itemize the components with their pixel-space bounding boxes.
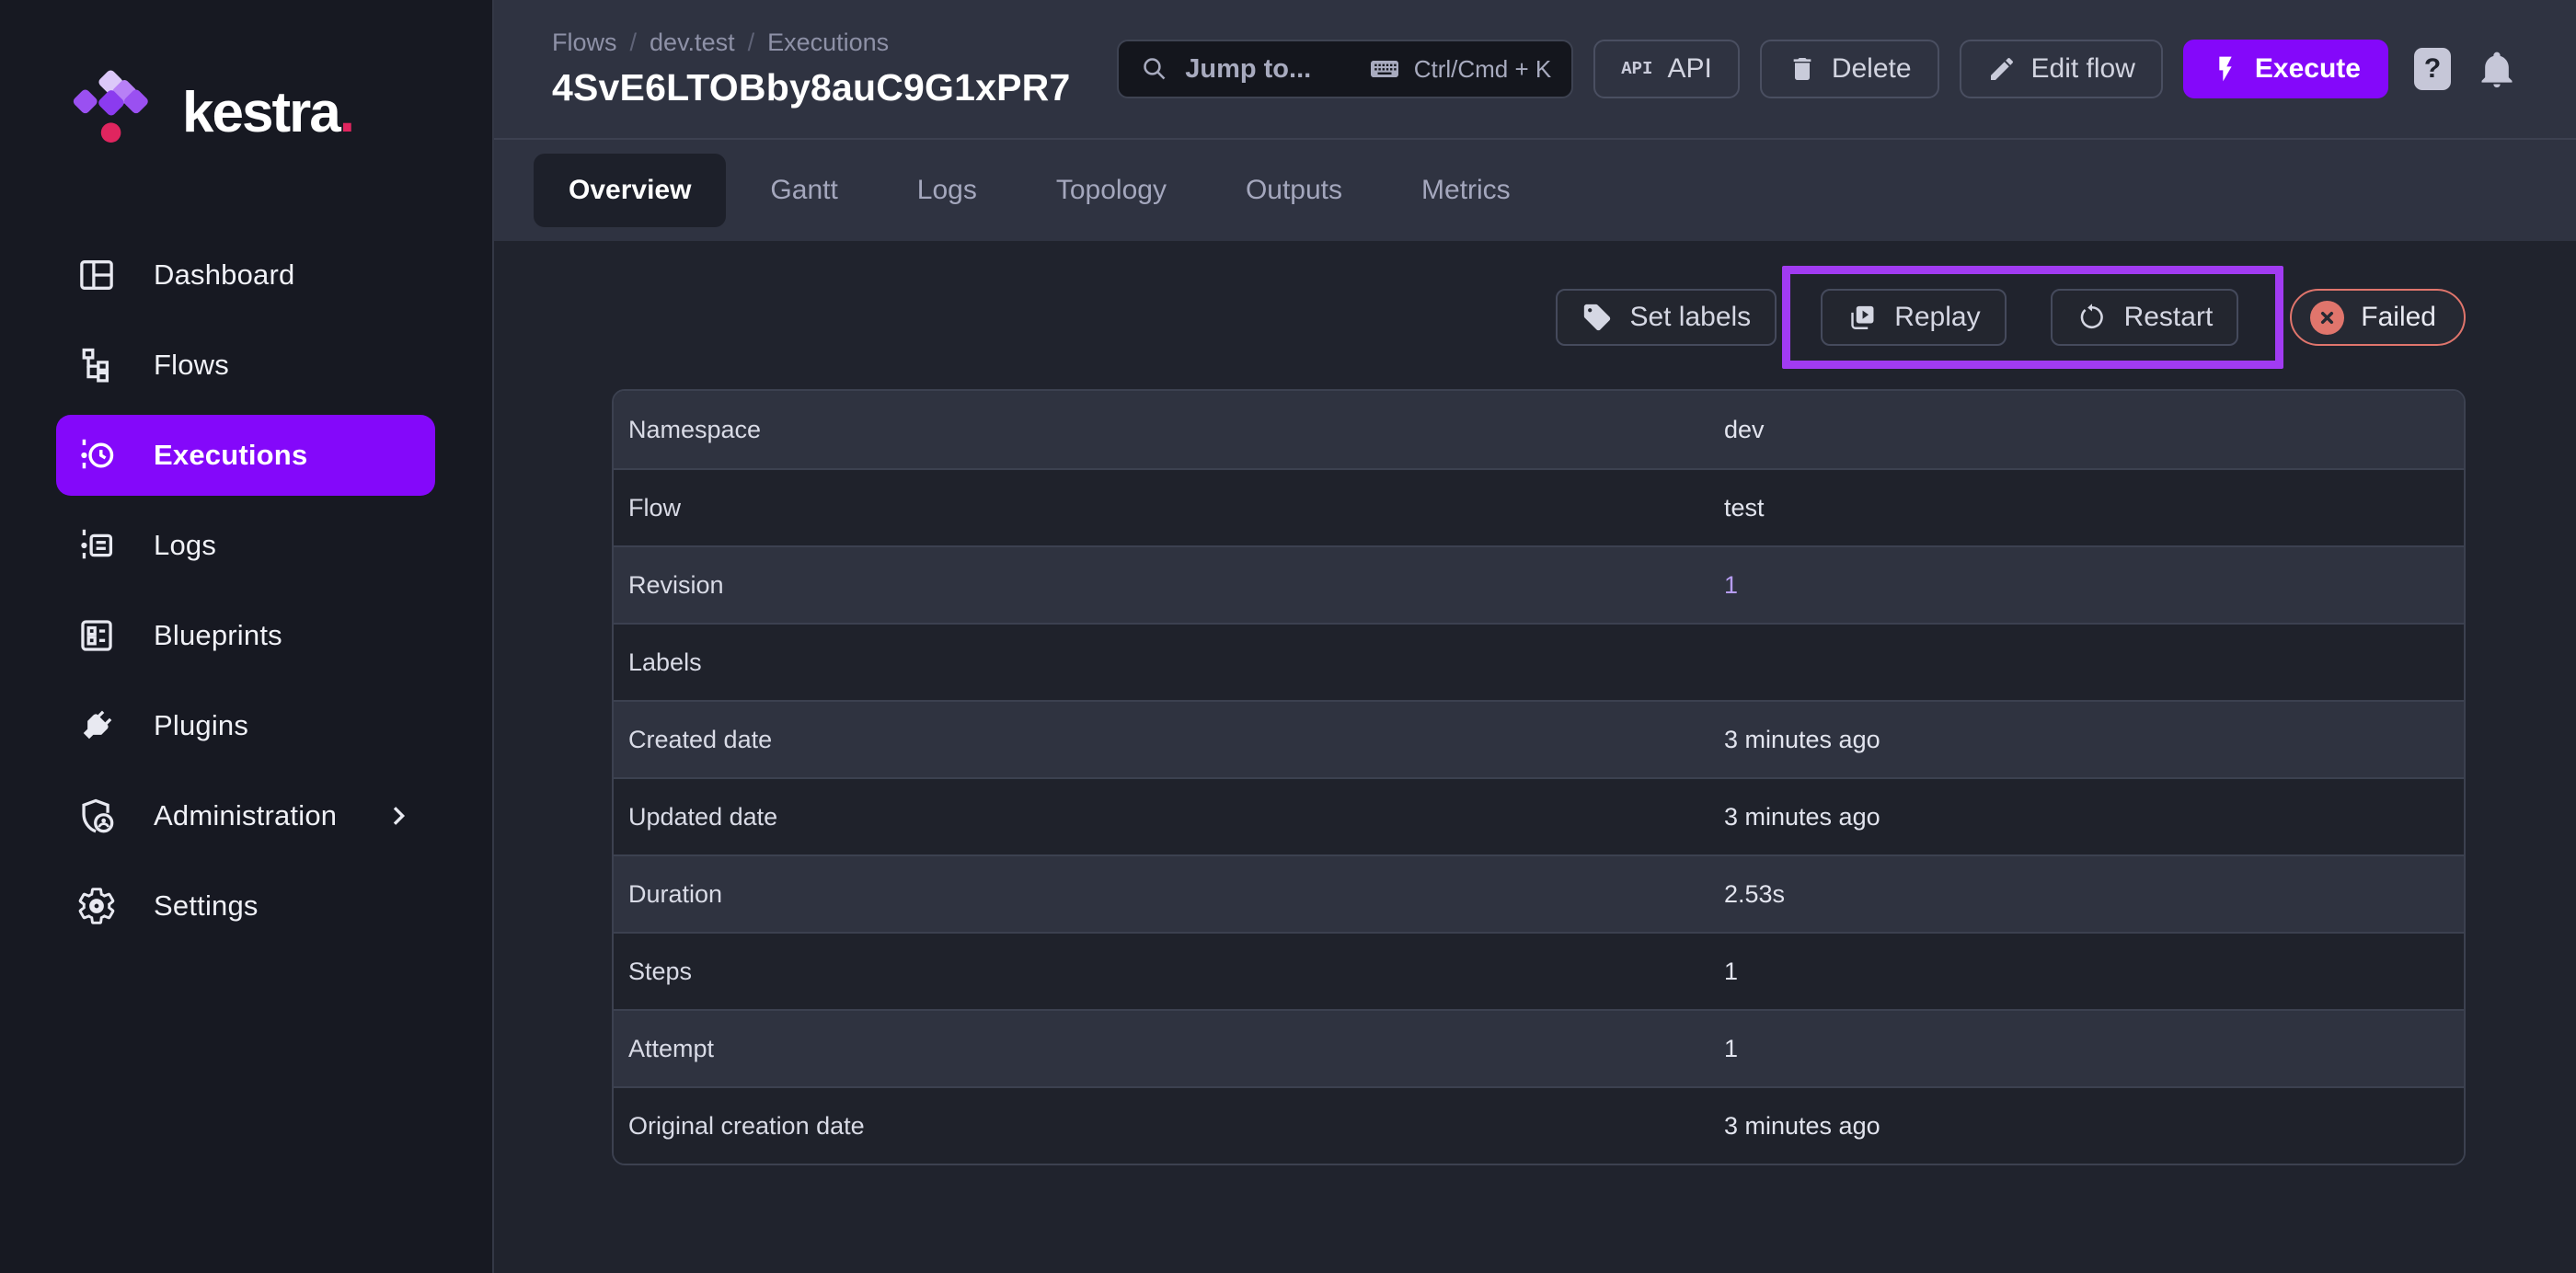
status-badge-label: Failed	[2361, 302, 2436, 333]
kestra-logo-icon	[66, 65, 160, 159]
execution-tabs: Overview Gantt Logs Topology Outputs Met…	[494, 140, 2576, 241]
table-row-labels: Labels	[614, 623, 2464, 700]
set-labels-button[interactable]: Set labels	[1556, 289, 1777, 346]
lightning-icon	[2211, 54, 2240, 84]
delete-button[interactable]: Delete	[1760, 40, 1939, 98]
replay-button[interactable]: Replay	[1821, 289, 2006, 346]
shortcut-text: Ctrl/Cmd + K	[1414, 55, 1552, 84]
sidebar-nav: Dashboard Flows	[0, 230, 492, 951]
execution-details-table: Namespace dev Flow test Revision 1 Label…	[612, 389, 2466, 1165]
execution-actions-row: Set labels Replay	[612, 266, 2466, 369]
breadcrumb-namespace[interactable]: dev.test	[650, 29, 735, 57]
sidebar-item-dashboard[interactable]: Dashboard	[56, 235, 435, 315]
table-row-attempt: Attempt 1	[614, 1009, 2464, 1086]
sidebar-item-logs[interactable]: Logs	[56, 505, 435, 586]
tab-gantt[interactable]: Gantt	[735, 154, 872, 227]
breadcrumb-separator: /	[630, 29, 638, 57]
restart-icon	[2076, 302, 2108, 333]
shield-account-icon	[76, 796, 117, 836]
status-badge-failed: Failed	[2290, 289, 2466, 346]
search-icon	[1139, 53, 1170, 85]
kestra-logo-text: kestra.	[182, 80, 353, 145]
table-row-updated-date: Updated date 3 minutes ago	[614, 777, 2464, 854]
header-titles: Flows / dev.test / Executions 4SvE6LTOBb…	[552, 29, 1070, 109]
tag-icon	[1581, 302, 1613, 333]
table-row-created-date: Created date 3 minutes ago	[614, 700, 2464, 777]
breadcrumb-flows[interactable]: Flows	[552, 29, 617, 57]
kestra-logo[interactable]: kestra.	[66, 66, 492, 158]
shortcut-hint: Ctrl/Cmd + K	[1368, 52, 1552, 86]
gear-icon	[76, 886, 117, 926]
table-row-namespace: Namespace dev	[614, 391, 2464, 468]
chevron-right-icon	[380, 797, 417, 834]
kestra-app: kestra. Dashboard	[0, 0, 2576, 1273]
help-button[interactable]: ?	[2414, 48, 2451, 90]
table-row-duration: Duration 2.53s	[614, 854, 2464, 932]
logs-icon	[76, 525, 117, 566]
tab-overview[interactable]: Overview	[534, 154, 726, 227]
breadcrumb-executions[interactable]: Executions	[767, 29, 889, 57]
bell-icon	[2477, 49, 2517, 89]
header-actions: Jump to... Ctrl/Cmd + K API API	[1117, 40, 2517, 98]
notifications-button[interactable]	[2477, 49, 2517, 89]
flows-icon	[76, 345, 117, 385]
sidebar-item-label: Settings	[154, 889, 259, 923]
edit-flow-button[interactable]: Edit flow	[1960, 40, 2163, 98]
table-row-steps: Steps 1	[614, 932, 2464, 1009]
page-title: 4SvE6LTOBby8auC9G1xPR7	[552, 66, 1070, 109]
sidebar-item-label: Administration	[154, 799, 337, 832]
question-mark-icon: ?	[2424, 53, 2441, 85]
sidebar-item-label: Dashboard	[154, 258, 294, 292]
sidebar-item-flows[interactable]: Flows	[56, 325, 435, 406]
tab-outputs[interactable]: Outputs	[1211, 154, 1377, 227]
pencil-icon	[1987, 54, 2017, 84]
api-icon: API	[1621, 59, 1652, 79]
topbar: Flows / dev.test / Executions 4SvE6LTOBb…	[494, 0, 2576, 140]
sidebar-item-executions[interactable]: Executions	[56, 415, 435, 496]
breadcrumb-separator: /	[748, 29, 755, 57]
sidebar-item-label: Logs	[154, 529, 216, 562]
blueprints-icon	[76, 615, 117, 656]
sidebar-item-administration[interactable]: Administration	[56, 775, 435, 856]
api-button[interactable]: API API	[1593, 40, 1740, 98]
table-row-original-creation-date: Original creation date 3 minutes ago	[614, 1086, 2464, 1164]
table-row-flow: Flow test	[614, 468, 2464, 545]
sidebar-item-label: Flows	[154, 349, 229, 382]
trash-icon	[1788, 54, 1817, 84]
main-area: Flows / dev.test / Executions 4SvE6LTOBb…	[494, 0, 2576, 1273]
sidebar-item-label: Blueprints	[154, 619, 282, 652]
sidebar-item-settings[interactable]: Settings	[56, 866, 435, 946]
revision-link[interactable]: 1	[1724, 571, 2464, 600]
dashboard-icon	[76, 255, 117, 295]
jump-to-search[interactable]: Jump to... Ctrl/Cmd + K	[1117, 40, 1573, 98]
executions-icon	[76, 435, 117, 476]
replay-icon	[1846, 302, 1878, 333]
execute-button[interactable]: Execute	[2183, 40, 2388, 98]
close-circle-icon	[2310, 301, 2344, 335]
overview-content: Set labels Replay	[494, 241, 2576, 1273]
keyboard-icon	[1368, 52, 1401, 86]
sidebar-item-label: Plugins	[154, 709, 248, 742]
sidebar-item-label: Executions	[154, 439, 307, 472]
plugins-icon	[76, 705, 117, 746]
tab-topology[interactable]: Topology	[1021, 154, 1202, 227]
sidebar-item-plugins[interactable]: Plugins	[56, 685, 435, 766]
tab-metrics[interactable]: Metrics	[1386, 154, 1546, 227]
tab-logs[interactable]: Logs	[882, 154, 1012, 227]
annotation-highlight-box: Replay Restart	[1782, 266, 2283, 369]
sidebar-item-blueprints[interactable]: Blueprints	[56, 595, 435, 676]
restart-button[interactable]: Restart	[2051, 289, 2239, 346]
jump-to-placeholder: Jump to...	[1185, 54, 1311, 85]
breadcrumb: Flows / dev.test / Executions	[552, 29, 1070, 57]
sidebar: kestra. Dashboard	[0, 0, 494, 1273]
table-row-revision: Revision 1	[614, 545, 2464, 623]
